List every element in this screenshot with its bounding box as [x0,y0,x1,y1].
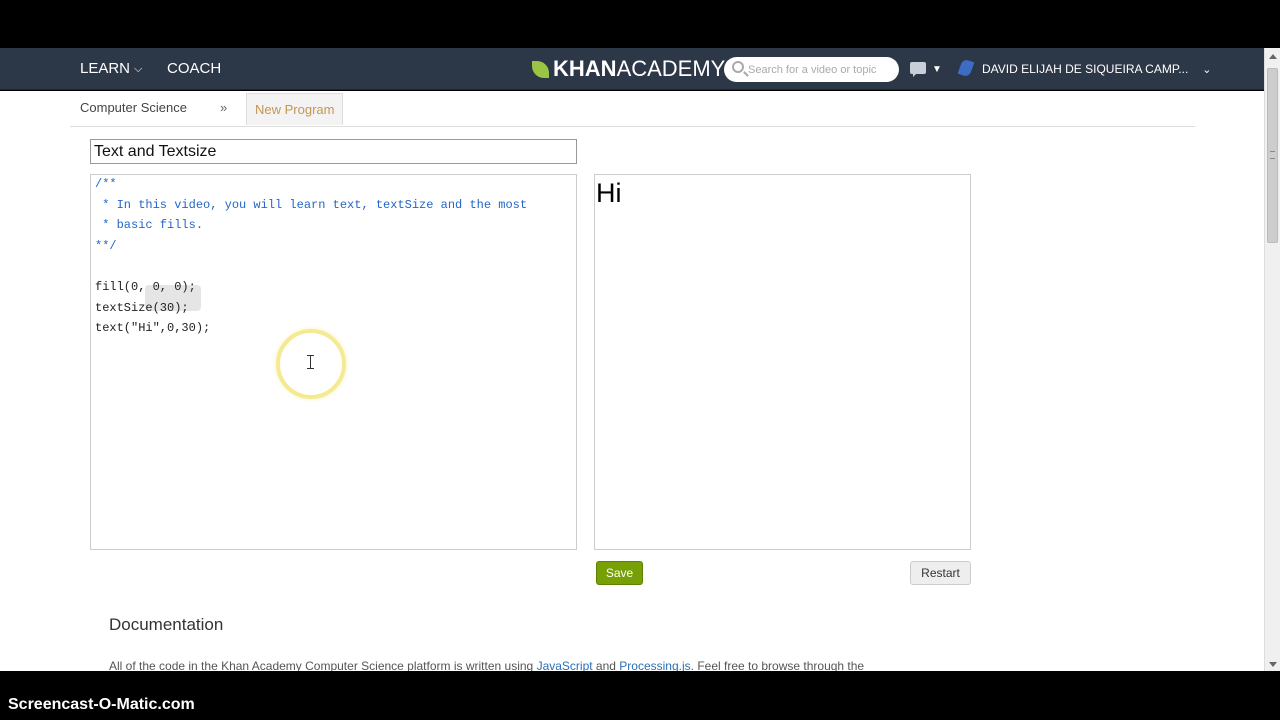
page-content: Computer Science » New Program /** * In … [0,91,1264,671]
leaf-icon [532,61,549,78]
messages-menu[interactable]: ▼ [910,61,942,77]
doc-text-suffix: . Feel free to browse through the [690,659,865,671]
code-line: **/ [95,239,117,253]
screencast-watermark: Screencast-O-Matic.com [0,671,1280,720]
processingjs-link[interactable]: Processing.js [619,659,690,671]
top-black-bar [0,0,1280,48]
page-scrollbar[interactable] [1264,48,1280,671]
output-canvas[interactable]: Hi [594,174,971,550]
chevron-down-icon: ⌵ [134,63,143,75]
code-line: * basic fills. [95,218,204,232]
coach-link[interactable]: COACH [167,48,221,90]
chevron-down-icon: ⌄ [1202,64,1212,76]
program-title-input[interactable] [90,139,577,164]
chat-bubble-icon [910,62,926,77]
text-cursor-icon [307,355,314,369]
scroll-thumb[interactable] [1267,68,1278,243]
site-header: LEARN⌵ COACH KHANACADEMY ▼ DAVID ELIJAH … [0,48,1264,90]
canvas-output-text: Hi [596,178,622,208]
code-line: * In this video, you will learn text, te… [95,198,528,212]
breadcrumb-computer-science[interactable]: Computer Science [80,91,187,125]
search-icon [732,61,744,73]
documentation-text: All of the code in the Khan Academy Comp… [109,659,864,671]
user-menu[interactable]: DAVID ELIJAH DE SIQUEIRA CAMP... ⌄ [957,48,1212,90]
logo-light-text: ACADEMY [616,56,726,81]
search-box[interactable] [724,57,899,82]
watermark-text: Screencast-O-Matic.com [8,696,195,713]
user-name: DAVID ELIJAH DE SIQUEIRA CAMP... [982,62,1189,76]
documentation-heading: Documentation [109,615,224,634]
avatar-leaf-icon [957,58,975,78]
code-line: textSize(30); [95,301,189,315]
restart-button[interactable]: Restart [910,561,971,585]
code-editor[interactable]: /** * In this video, you will learn text… [90,174,577,550]
chevron-down-icon: ▼ [932,64,942,75]
learn-menu[interactable]: LEARN ⌵ [80,48,142,90]
logo-bold-text: KHAN [553,56,617,81]
code-line: fill(0, 0, 0); [95,280,196,294]
mouse-highlight-ring [276,329,346,399]
javascript-link[interactable]: JavaScript [537,659,593,671]
learn-label: LEARN [80,60,131,77]
code-line: text("Hi",0,30); [95,321,211,335]
khan-academy-logo[interactable]: KHANACADEMY [532,48,725,90]
breadcrumb-new-program[interactable]: New Program [246,93,344,125]
breadcrumb-separator: » [220,100,228,115]
scroll-down-icon[interactable] [1269,662,1277,667]
breadcrumb: Computer Science » New Program [70,91,1195,127]
code-line: /** [95,177,117,191]
doc-text-prefix: All of the code in the Khan Academy Comp… [109,659,537,671]
scroll-up-icon[interactable] [1269,54,1277,59]
search-input[interactable] [748,61,893,78]
doc-text-mid: and [592,659,620,671]
save-button[interactable]: Save [596,561,643,585]
